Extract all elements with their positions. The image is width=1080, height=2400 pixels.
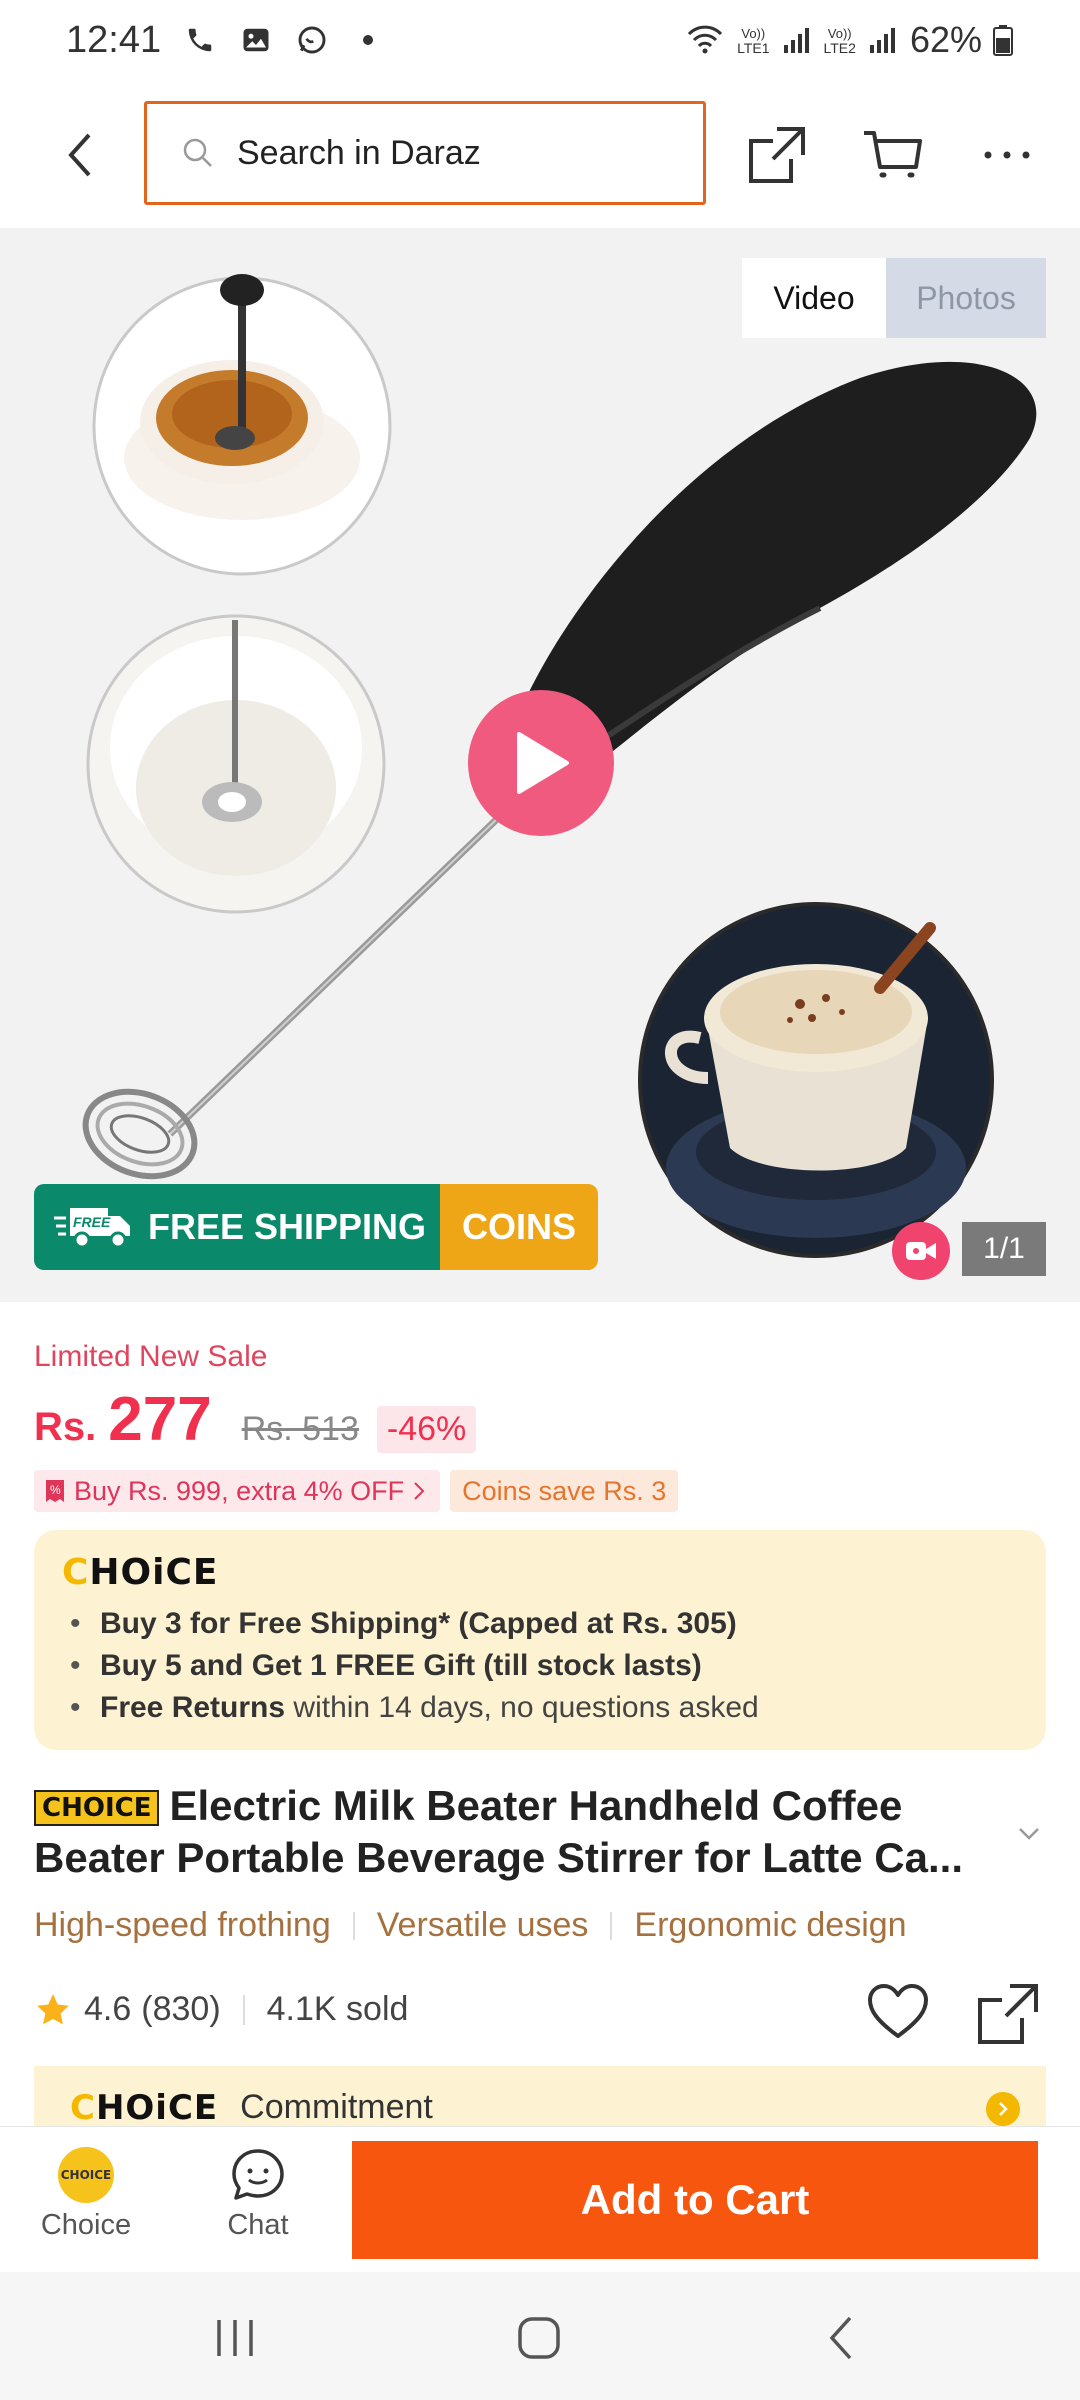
choice-label: Choice	[40, 2209, 132, 2241]
voucher-icon: %	[46, 1480, 64, 1502]
choice-logo-text: HOiCE	[89, 1552, 219, 1593]
cart-icon	[864, 131, 922, 178]
share-icon	[749, 127, 805, 183]
tab-video[interactable]: Video	[742, 258, 886, 338]
signal-icon	[780, 23, 814, 57]
search-placeholder: Search in Daraz	[237, 133, 481, 172]
recent-apps-icon	[217, 2320, 253, 2356]
home-icon	[518, 2317, 560, 2359]
status-left: 12:41	[66, 19, 385, 62]
add-to-cart-button[interactable]: Add to Cart	[352, 2141, 1038, 2259]
battery-percent: 62%	[909, 19, 982, 60]
gallery-icon	[239, 23, 273, 57]
wishlist-heart-icon[interactable]	[866, 1982, 930, 2042]
more-icon	[984, 151, 1030, 159]
feature-tag: Versatile uses	[376, 1906, 589, 1944]
chat-icon	[295, 23, 329, 57]
feature-tag: Ergonomic design	[634, 1906, 907, 1944]
price-row: Rs. 277 Rs. 513 -46%	[34, 1384, 477, 1455]
lte2-label: Vo)) LTE2	[823, 25, 856, 56]
share-button[interactable]	[742, 120, 812, 190]
review-count: (830)	[141, 1990, 221, 2028]
choice-button[interactable]: CHOICE Choice	[16, 2147, 156, 2242]
feature-divider	[352, 1911, 355, 1940]
media-tabs: Video Photos	[742, 258, 1046, 338]
list-item: Buy 5 and Get 1 FREE Gift (till stock la…	[62, 1645, 1018, 1687]
search-icon	[183, 138, 212, 167]
search-input[interactable]: Search in Daraz	[144, 101, 706, 205]
sold-count: 4.1K sold	[266, 1990, 409, 2028]
header: Search in Daraz	[0, 80, 1080, 228]
promo-row: % Buy Rs. 999, extra 4% OFF Coins save R…	[34, 1470, 679, 1512]
star-icon	[37, 1993, 69, 2024]
sale-label: Limited New Sale	[34, 1340, 268, 1373]
home-button[interactable]	[504, 2308, 574, 2368]
discount-badge: -46%	[376, 1406, 477, 1453]
status-time: 12:41	[66, 18, 162, 61]
chevron-right-icon	[414, 1482, 425, 1500]
rating-value: 4.6	[84, 1990, 132, 2028]
tab-photos[interactable]: Photos	[886, 258, 1046, 338]
choice-commitment-strip[interactable]: CHOiCE Commitment	[34, 2066, 1046, 2126]
image-counter: 1/1	[962, 1222, 1046, 1276]
choice-title-badge: CHOICE	[34, 1790, 160, 1826]
back-nav-button[interactable]	[806, 2308, 876, 2368]
free-shipping-label: FREE SHIPPING	[148, 1206, 427, 1247]
phone-icon	[183, 23, 217, 57]
chat-bubble-icon	[232, 2149, 284, 2200]
play-video-button[interactable]	[468, 690, 614, 836]
commitment-logo: CHOiCE	[70, 2088, 219, 2126]
cart-button[interactable]	[858, 120, 928, 190]
free-shipping-section: FREE FREE SHIPPING	[34, 1184, 440, 1270]
rating-row[interactable]: 4.6 (830) 4.1K sold	[34, 1990, 408, 2029]
signal-icon-2	[866, 23, 900, 57]
share-product-icon[interactable]	[976, 1982, 1040, 2046]
feature-tags: High-speed frothing Versatile uses Ergon…	[34, 1906, 907, 1945]
choice-benefits-box[interactable]: CHOiCE Buy 3 for Free Shipping* (Capped …	[34, 1530, 1046, 1750]
price-currency: Rs.	[34, 1405, 97, 1449]
more-button[interactable]	[972, 120, 1042, 190]
list-item: Free Returns within 14 days, no question…	[62, 1687, 1018, 1729]
wifi-icon	[683, 23, 727, 57]
bottom-action-bar: CHOICE Choice Chat Add to Cart	[0, 2126, 1080, 2272]
chevron-down-icon[interactable]	[1014, 1818, 1044, 1848]
commitment-label: Commitment	[240, 2088, 433, 2126]
video-camera-icon[interactable]	[892, 1222, 950, 1280]
truck-icon: FREE	[54, 1208, 130, 1249]
promo-offer-label: Buy Rs. 999, extra 4% OFF	[74, 1475, 405, 1506]
status-bar: 12:41 Vo)) LTE1 Vo)) LTE2 62%	[0, 0, 1080, 80]
chat-button[interactable]: Chat	[188, 2147, 328, 2242]
product-title[interactable]: CHOICE Electric Milk Beater Handheld Coff…	[34, 1780, 1024, 1884]
back-button[interactable]	[50, 120, 110, 190]
feature-tag: High-speed frothing	[34, 1906, 331, 1944]
rating-divider	[242, 1994, 245, 2025]
promo-offer[interactable]: % Buy Rs. 999, extra 4% OFF	[34, 1470, 441, 1512]
back-icon	[68, 133, 91, 177]
list-item: Buy 3 for Free Shipping* (Capped at Rs. …	[62, 1603, 1018, 1645]
choice-logo: CHOiCE	[62, 1552, 219, 1593]
lte1-label: Vo)) LTE1	[737, 25, 770, 56]
free-shipping-banner: FREE FREE SHIPPING COINS	[34, 1184, 598, 1270]
free-badge-text: FREE	[73, 1214, 111, 1230]
choice-benefits-list: Buy 3 for Free Shipping* (Capped at Rs. …	[62, 1603, 1018, 1729]
play-icon	[517, 732, 569, 794]
system-nav-bar	[0, 2272, 1080, 2400]
recent-apps-button[interactable]	[200, 2308, 270, 2368]
product-title-text: Electric Milk Beater Handheld Coffee Bea…	[34, 1782, 964, 1881]
choice-icon: CHOICE	[58, 2147, 114, 2203]
dot-icon	[351, 23, 385, 57]
chevron-right-circle-icon	[986, 2092, 1020, 2126]
price-current: 277	[108, 1385, 212, 1454]
feature-divider	[610, 1911, 613, 1940]
chat-label: Chat	[227, 2209, 289, 2241]
status-right: Vo)) LTE1 Vo)) LTE2 62%	[683, 19, 1014, 61]
coins-label: COINS	[440, 1184, 598, 1270]
battery-icon	[992, 23, 1014, 57]
coins-save-badge: Coins save Rs. 3	[450, 1470, 679, 1512]
svg-text:%: %	[50, 1483, 61, 1497]
back-nav-icon	[829, 2316, 852, 2360]
price-original: Rs. 513	[241, 1410, 359, 1448]
product-gallery[interactable]: Video Photos FREE FREE SHIPPING COINS 1/…	[0, 228, 1080, 1302]
